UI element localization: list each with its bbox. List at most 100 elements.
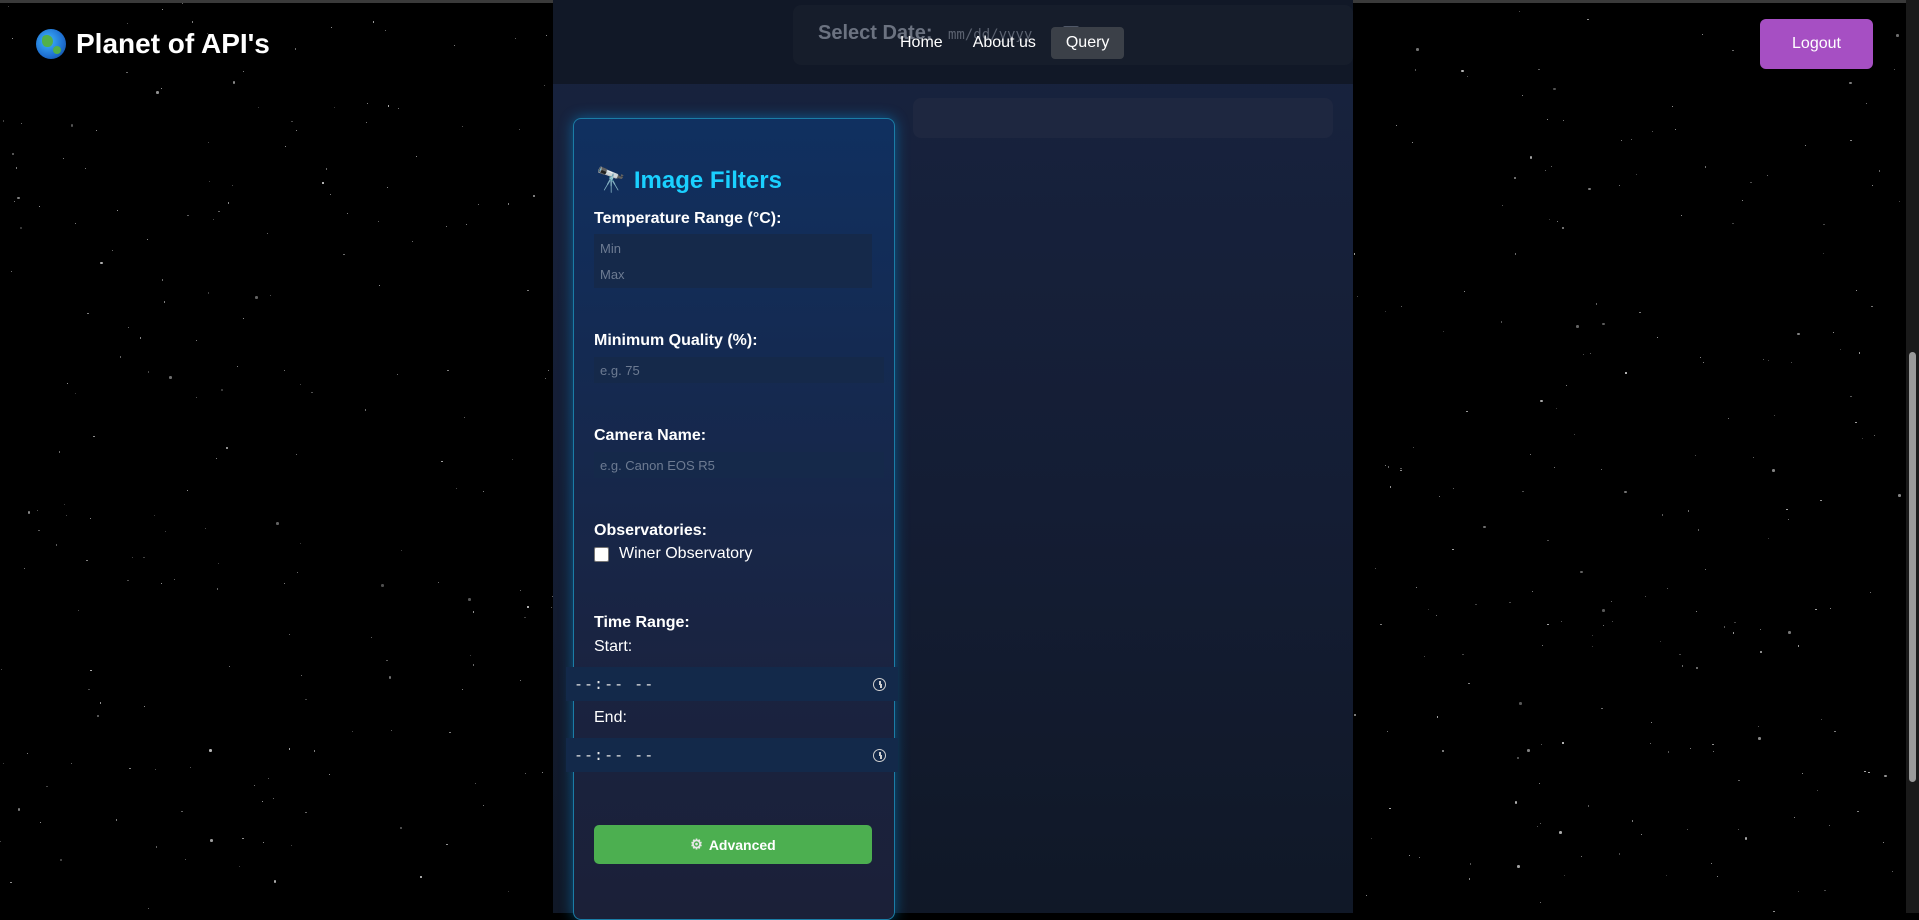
- star: [17, 808, 21, 811]
- star: [300, 384, 302, 386]
- star: [1400, 467, 1402, 469]
- star: [161, 8, 163, 10]
- star: [116, 210, 118, 212]
- star: [1829, 824, 1831, 826]
- star: [1823, 252, 1825, 255]
- star: [207, 292, 209, 294]
- star: [412, 240, 414, 243]
- star: [66, 383, 68, 385]
- star: [416, 156, 418, 158]
- star: [220, 388, 224, 392]
- brand[interactable]: Planet of API's: [36, 28, 270, 60]
- star: [174, 579, 176, 581]
- star: [1501, 204, 1503, 206]
- star: [1858, 352, 1860, 354]
- star: [1538, 68, 1540, 70]
- star: [1509, 602, 1511, 604]
- star: [548, 370, 550, 372]
- star: [1815, 608, 1817, 611]
- star: [482, 804, 484, 807]
- star: [1435, 614, 1437, 616]
- star: [1896, 34, 1899, 37]
- star: [1501, 321, 1503, 323]
- star: [11, 152, 15, 156]
- star: [1527, 749, 1530, 752]
- star: [453, 44, 456, 47]
- star: [1514, 177, 1516, 179]
- star: [1618, 184, 1620, 186]
- star: [70, 124, 74, 127]
- star: [1600, 469, 1603, 471]
- star: [1412, 142, 1414, 144]
- star: [1475, 603, 1477, 606]
- temperature-min-input[interactable]: [594, 235, 884, 261]
- star: [420, 876, 422, 878]
- start-time-input[interactable]: --:-- --: [566, 667, 898, 701]
- star: [1866, 102, 1868, 104]
- star: [1772, 469, 1775, 472]
- star: [59, 451, 61, 453]
- quality-input[interactable]: [594, 357, 884, 383]
- star: [212, 218, 214, 221]
- star: [1834, 731, 1836, 733]
- observatory-checkbox[interactable]: [594, 546, 609, 562]
- end-time-input[interactable]: --:-- --: [566, 738, 898, 772]
- star: [258, 106, 260, 109]
- star: [85, 167, 87, 169]
- star: [169, 376, 172, 379]
- star: [1797, 645, 1799, 647]
- clock-icon[interactable]: [873, 748, 886, 762]
- star: [242, 837, 244, 839]
- star: [366, 102, 368, 104]
- star: [1587, 805, 1589, 807]
- star: [1840, 348, 1842, 351]
- star: [322, 182, 324, 184]
- star: [473, 664, 475, 666]
- star: [38, 529, 40, 531]
- star: [346, 212, 348, 215]
- time-range-label: Time Range:: [594, 614, 690, 631]
- star: [1674, 128, 1676, 130]
- nav-query[interactable]: Query: [1050, 27, 1125, 59]
- observatory-option[interactable]: Winer Observatory: [594, 545, 752, 563]
- star: [300, 674, 303, 676]
- star: [1418, 856, 1420, 858]
- camera-input[interactable]: [594, 452, 884, 478]
- star: [1590, 352, 1592, 355]
- camera-label: Camera Name:: [594, 427, 707, 444]
- advanced-button[interactable]: ⚙ Advanced: [594, 825, 872, 864]
- star: [1790, 362, 1792, 364]
- star: [1695, 455, 1697, 457]
- temperature-max-input[interactable]: [594, 261, 884, 287]
- star: [351, 730, 354, 732]
- filters-title-text: Image Filters: [633, 166, 782, 194]
- star: [1592, 646, 1594, 648]
- star: [268, 777, 270, 780]
- star: [1644, 596, 1646, 598]
- star: [143, 705, 145, 707]
- star: [1849, 81, 1852, 85]
- star: [1380, 623, 1382, 625]
- scrollbar-thumb[interactable]: [1909, 352, 1916, 782]
- star: [20, 122, 23, 125]
- star: [160, 88, 162, 90]
- star: [1549, 218, 1551, 220]
- star: [289, 633, 291, 635]
- star: [55, 544, 58, 546]
- star: [1869, 592, 1871, 594]
- logout-button[interactable]: Logout: [1760, 19, 1873, 69]
- star: [519, 590, 521, 592]
- star: [365, 122, 368, 124]
- nav-home[interactable]: Home: [885, 27, 958, 59]
- star: [472, 611, 475, 613]
- star: [1466, 75, 1469, 78]
- star: [253, 784, 256, 786]
- clock-icon[interactable]: [873, 677, 886, 691]
- star: [1514, 801, 1518, 804]
- star: [1539, 823, 1541, 825]
- star: [1640, 834, 1642, 836]
- nav-about-us[interactable]: About us: [958, 27, 1051, 59]
- star: [187, 214, 189, 216]
- star: [1773, 414, 1776, 416]
- star: [305, 811, 307, 814]
